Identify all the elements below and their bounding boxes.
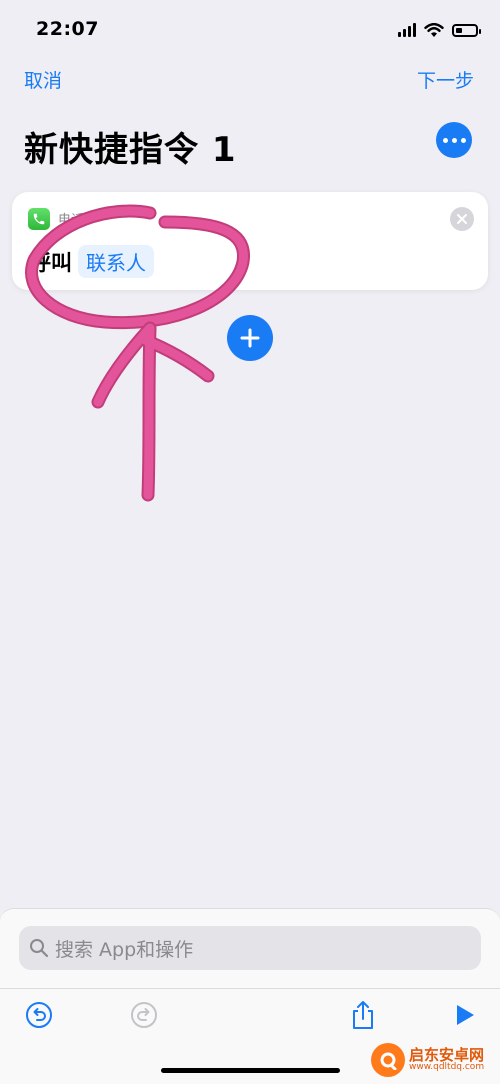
page-title: 新快捷指令 1 xyxy=(24,130,237,170)
battery-icon xyxy=(452,23,481,37)
status-icons xyxy=(398,18,481,42)
cancel-button[interactable]: 取消 xyxy=(24,66,62,93)
home-indicator xyxy=(161,1068,340,1073)
wifi-icon xyxy=(424,22,444,37)
undo-button[interactable] xyxy=(22,998,56,1032)
action-card[interactable]: 电话 呼叫 联系人 xyxy=(12,192,488,290)
add-action-button[interactable] xyxy=(227,315,273,361)
watermark-url: www.qdltdq.com xyxy=(409,1062,485,1073)
cellular-signal-icon xyxy=(398,23,416,37)
action-app-name: 电话 xyxy=(58,213,85,228)
search-placeholder: 搜索 App和操作 xyxy=(55,938,194,961)
share-icon xyxy=(353,1001,373,1029)
search-icon xyxy=(30,939,49,958)
action-row: 呼叫 联系人 xyxy=(30,245,154,278)
ellipsis-icon xyxy=(442,137,448,143)
watermark: 启东安卓网 www.qdltdq.com xyxy=(371,1043,484,1077)
play-icon xyxy=(457,1005,474,1025)
redo-icon xyxy=(131,1002,157,1028)
undo-icon xyxy=(26,1002,52,1028)
phone-app-icon xyxy=(28,208,50,230)
action-verb: 呼叫 xyxy=(30,250,72,275)
more-options-button[interactable] xyxy=(436,122,472,158)
plus-icon xyxy=(240,328,260,348)
remove-action-button[interactable] xyxy=(450,207,474,231)
search-field[interactable]: 搜索 App和操作 xyxy=(19,926,481,970)
watermark-name: 启东安卓网 xyxy=(409,1045,485,1064)
status-time: 22:07 xyxy=(36,18,99,40)
battery-level xyxy=(456,27,463,33)
play-button[interactable] xyxy=(450,1000,480,1030)
contact-parameter-token[interactable]: 联系人 xyxy=(78,245,154,278)
share-button[interactable] xyxy=(346,997,380,1033)
annotation-arrow xyxy=(91,321,215,502)
next-step-button[interactable]: 下一步 xyxy=(417,66,474,93)
redo-button[interactable] xyxy=(127,998,161,1032)
close-icon xyxy=(457,214,467,224)
toolbar-divider xyxy=(0,988,500,989)
watermark-logo-icon xyxy=(371,1043,405,1077)
